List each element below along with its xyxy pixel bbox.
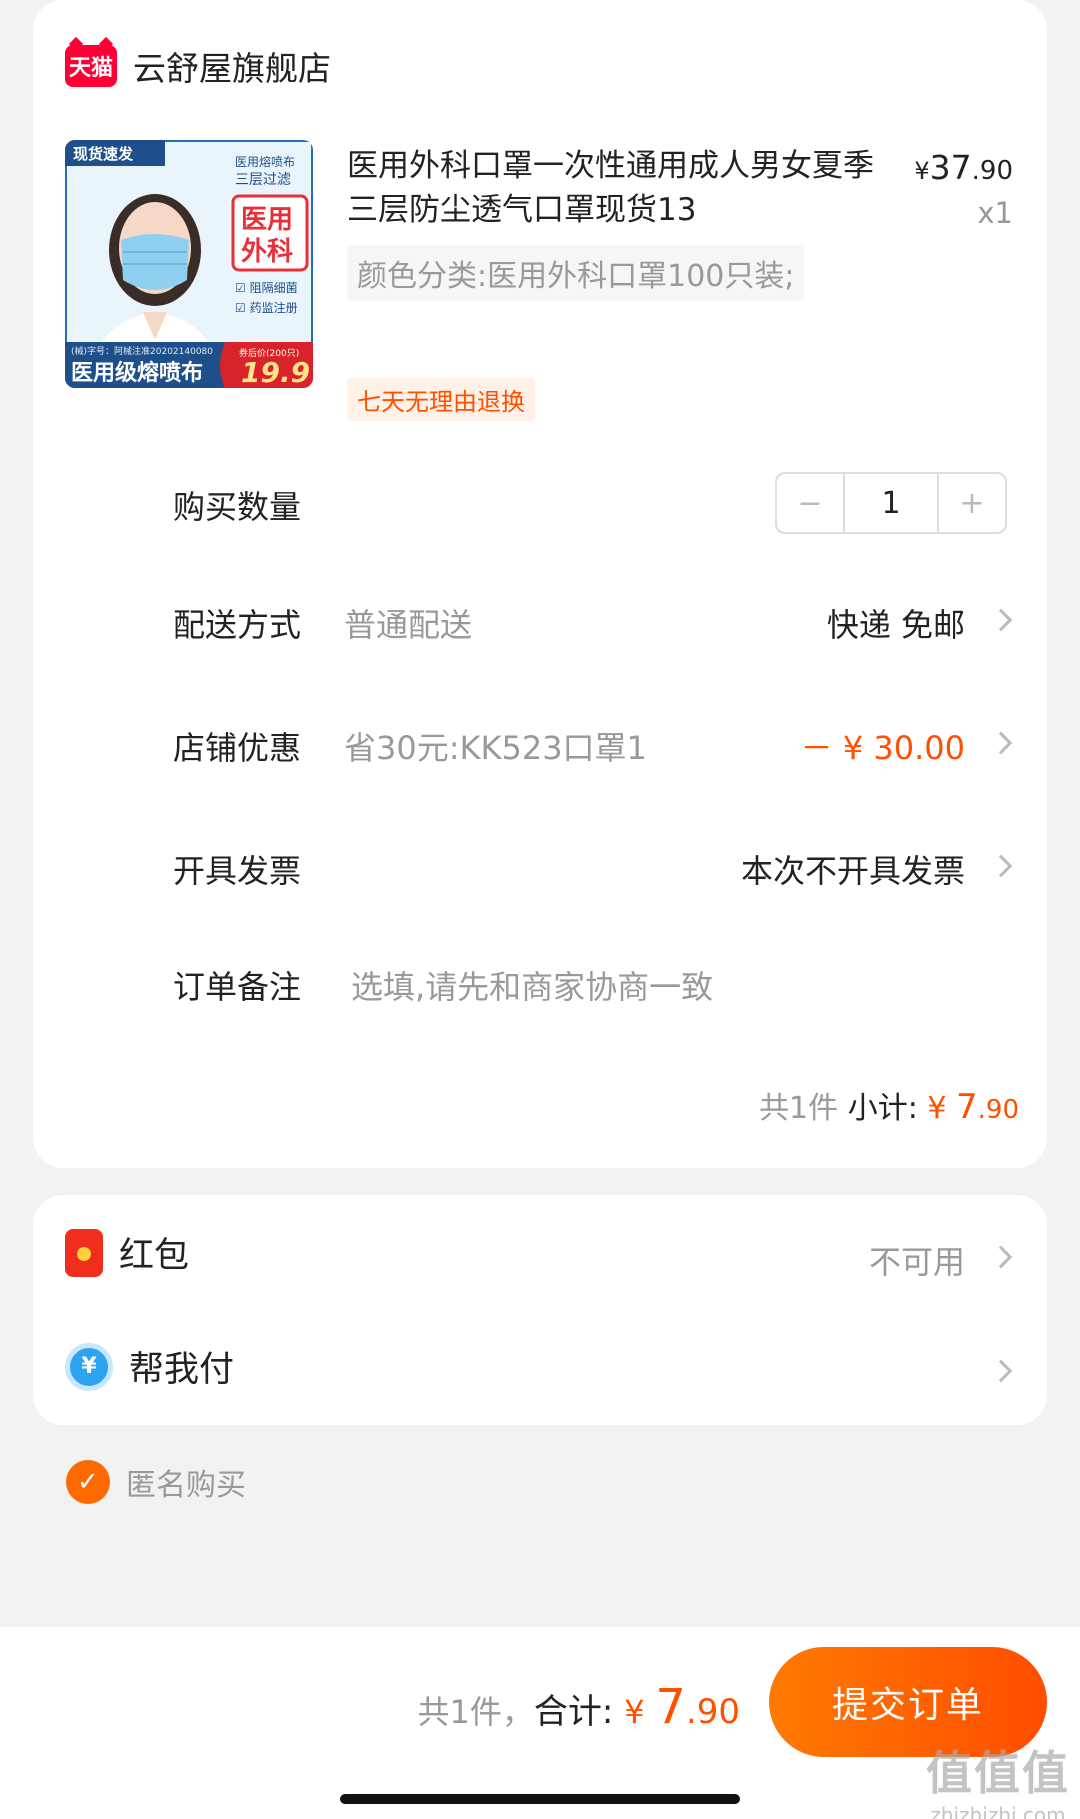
total-count: 共1件， xyxy=(417,1693,534,1731)
img-main-text-1: 医用 xyxy=(241,205,293,235)
bottom-checkout-bar: 共1件，合计: ¥ 7.90 提交订单 值值值 zhizhizhi.com xyxy=(0,1627,1080,1819)
chevron-right-icon xyxy=(989,1359,1013,1383)
help-pay-label: 帮我付 xyxy=(129,1350,235,1390)
chevron-right-icon xyxy=(989,608,1013,632)
img-check-1: 阻隔细菌 xyxy=(250,281,298,295)
order-total: 共1件，合计: ¥ 7.90 xyxy=(418,1679,740,1735)
invoice-label: 开具发票 xyxy=(173,852,302,890)
order-note-label: 订单备注 xyxy=(173,968,302,1006)
anonymous-purchase-label: 匿名购买 xyxy=(126,1468,246,1503)
product-price-cents: .90 xyxy=(971,156,1013,186)
img-cert-small: (械)字号：阿械注准20202140080 xyxy=(71,345,213,357)
svg-text:☑ 药监注册: ☑ 药监注册 xyxy=(235,300,298,315)
product-title[interactable]: 医用外科口罩一次性通用成人男女夏季三层防尘透气口罩现货13 xyxy=(347,144,877,232)
chevron-right-icon xyxy=(989,731,1013,755)
redpacket-value: 不可用 xyxy=(868,1243,965,1281)
tmall-logo-text: 天猫 xyxy=(68,56,113,81)
subtotal-cents: .90 xyxy=(977,1095,1019,1125)
quantity-plus-button[interactable]: + xyxy=(939,474,1005,532)
payment-card: 红包 不可用 ¥ 帮我付 xyxy=(33,1195,1047,1425)
help-pay-icon: ¥ xyxy=(65,1342,113,1391)
total-label: 合计: xyxy=(533,1692,614,1732)
chevron-right-icon xyxy=(989,1245,1013,1269)
home-indicator[interactable] xyxy=(340,1794,740,1804)
mask-product-illustration: 现货速发 医用熔喷布 三层过滤 医用 外科 ☑ 阻隔细菌 ☑ 药监注册 (械)字… xyxy=(65,140,313,388)
total-symbol: ¥ xyxy=(624,1693,645,1731)
help-pay-icon-char: ¥ xyxy=(81,1354,97,1379)
check-circle-icon[interactable]: ✓ xyxy=(66,1460,110,1504)
return-policy-tag: 七天无理由退换 xyxy=(347,378,535,421)
img-side-text-1: 医用熔喷布 xyxy=(235,154,295,169)
delivery-method: 普通配送 xyxy=(344,606,473,644)
delivery-label: 配送方式 xyxy=(173,606,302,644)
tmall-logo-icon: 天猫 xyxy=(65,45,117,87)
product-price: ¥37.90 xyxy=(914,148,1013,187)
subtotal-main: 7 xyxy=(956,1087,978,1127)
watermark-main: 值值值 xyxy=(926,1746,1070,1800)
img-badge: 现货速发 xyxy=(73,145,134,163)
img-bottom-text: 医用级熔喷布 xyxy=(71,360,203,386)
product-quantity: x1 xyxy=(977,196,1013,230)
total-main: 7 xyxy=(655,1679,686,1735)
quantity-minus-button[interactable]: − xyxy=(777,474,843,532)
product-price-symbol: ¥ xyxy=(914,157,930,185)
subtotal-label: 小计: xyxy=(847,1091,918,1126)
quantity-stepper[interactable]: − 1 + xyxy=(775,472,1007,534)
subtotal-symbol: ¥ xyxy=(927,1091,947,1126)
subtotal: 共1件 小计: ¥ 7.90 xyxy=(759,1083,1019,1127)
invoice-value: 本次不开具发票 xyxy=(740,852,965,890)
product-price-main: 37 xyxy=(929,148,972,187)
img-side-text-2: 三层过滤 xyxy=(235,172,291,188)
store-discount-value: － ¥ 30.00 xyxy=(800,729,965,767)
total-cents: .90 xyxy=(685,1692,740,1732)
svg-text:☑ 阻隔细菌: ☑ 阻隔细菌 xyxy=(235,281,298,295)
img-price-big: 19.9 xyxy=(241,356,310,388)
store-discount-desc: 省30元:KK523口罩1 xyxy=(344,729,647,767)
store-name[interactable]: 云舒屋旗舰店 xyxy=(133,42,331,90)
order-card: 天猫 云舒屋旗舰店 现货速发 医用熔喷布 三层过滤 医用 外科 ☑ 阻隔细菌 ☑… xyxy=(33,0,1047,1168)
img-check-2: 药监注册 xyxy=(250,300,298,315)
order-note-input[interactable]: 选填,请先和商家协商一致 xyxy=(351,962,713,1008)
sku-tag: 颜色分类:医用外科口罩100只装; xyxy=(347,245,805,301)
img-main-text-2: 外科 xyxy=(241,237,293,267)
watermark-sub: zhizhizhi.com xyxy=(930,1803,1066,1819)
product-image[interactable]: 现货速发 医用熔喷布 三层过滤 医用 外科 ☑ 阻隔细菌 ☑ 药监注册 (械)字… xyxy=(65,140,313,388)
redpacket-label: 红包 xyxy=(119,1236,190,1276)
chevron-right-icon xyxy=(989,854,1013,878)
store-header[interactable]: 天猫 云舒屋旗舰店 xyxy=(65,42,331,90)
anonymous-purchase-toggle[interactable]: ✓ 匿名购买 xyxy=(66,1460,246,1504)
quantity-label: 购买数量 xyxy=(173,488,302,526)
delivery-value: 快递 免邮 xyxy=(826,606,965,644)
watermark-logo: 值值值 zhizhizhi.com xyxy=(926,1737,1070,1819)
anonymous-check-char: ✓ xyxy=(77,1467,99,1497)
store-discount-label: 店铺优惠 xyxy=(173,729,302,767)
subtotal-count: 共1件 xyxy=(759,1091,839,1126)
quantity-value[interactable]: 1 xyxy=(843,474,939,532)
red-packet-icon xyxy=(65,1228,103,1277)
